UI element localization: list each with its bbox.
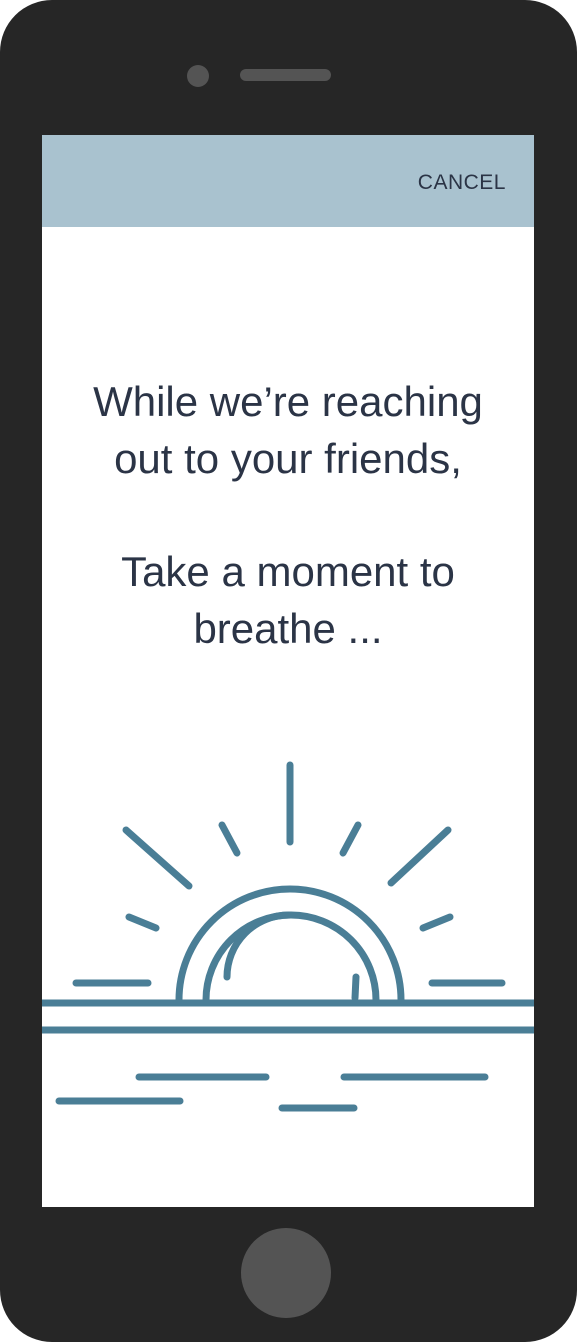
- phone-frame: CANCEL While we’re reaching out to your …: [0, 0, 577, 1342]
- sunrise-icon: [42, 761, 534, 1112]
- cancel-button[interactable]: CANCEL: [418, 171, 506, 195]
- message-line-1: While we’re reaching: [93, 378, 483, 425]
- top-app-bar: CANCEL: [42, 135, 534, 227]
- home-button[interactable]: [241, 1228, 331, 1318]
- earpiece-speaker: [240, 69, 331, 81]
- front-camera: [187, 65, 209, 87]
- app-screen: CANCEL While we’re reaching out to your …: [42, 135, 534, 1207]
- breathe-message: While we’re reaching out to your friends…: [42, 373, 534, 657]
- message-line-2: out to your friends,: [114, 435, 462, 482]
- message-line-4: breathe ...: [193, 605, 383, 652]
- message-line-3: Take a moment to: [121, 548, 455, 595]
